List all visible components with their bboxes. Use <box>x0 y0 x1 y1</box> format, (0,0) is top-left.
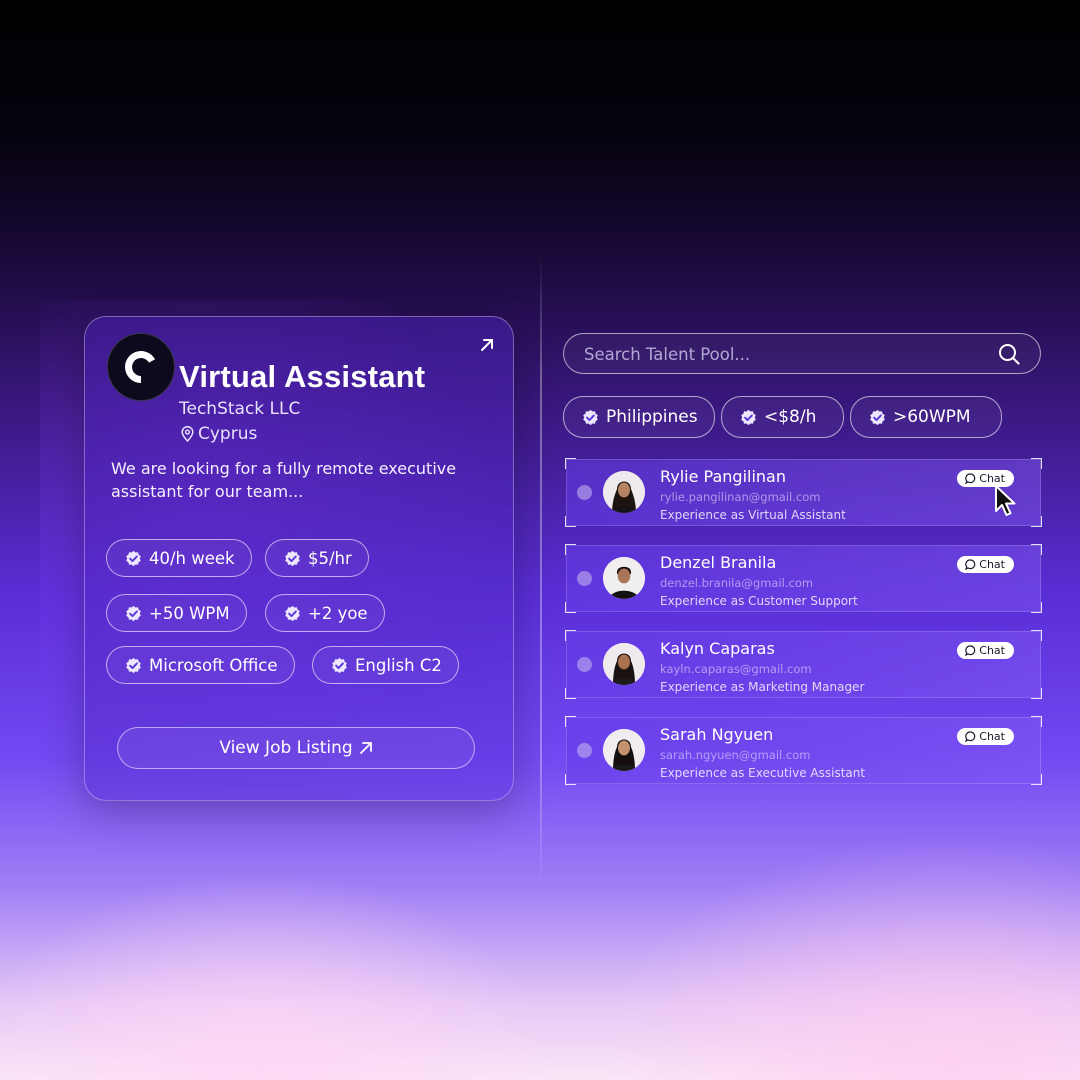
avatar <box>603 471 645 513</box>
arrow-up-right-icon[interactable] <box>479 337 495 353</box>
verified-badge-icon <box>332 657 347 673</box>
verified-badge-icon <box>583 409 598 425</box>
job-tag: Microsoft Office <box>106 646 295 684</box>
search-icon[interactable] <box>998 343 1020 365</box>
candidate-select-radio[interactable] <box>577 485 592 500</box>
job-tag: $5/hr <box>265 539 369 577</box>
candidate-select-radio[interactable] <box>577 743 592 758</box>
selection-corner <box>565 516 576 527</box>
company-logo <box>107 333 175 401</box>
candidate-email: rylie.pangilinan@gmail.com <box>660 490 821 504</box>
verified-badge-icon <box>741 409 756 425</box>
arrow-up-right-icon <box>359 742 372 754</box>
chat-button[interactable]: Chat <box>957 642 1014 659</box>
chat-bubble-icon <box>965 559 976 570</box>
chat-bubble-icon <box>965 473 976 484</box>
candidate-name: Kalyn Caparas <box>660 639 775 658</box>
candidate-row[interactable]: Sarah Ngyuen sarah.ngyuen@gmail.com Expe… <box>565 716 1042 785</box>
job-card: Virtual Assistant TechStack LLC Cyprus W… <box>84 316 514 801</box>
chat-button[interactable]: Chat <box>957 556 1014 573</box>
job-tag: 40/h week <box>106 539 252 577</box>
selection-corner <box>1031 716 1042 727</box>
candidate-select-radio[interactable] <box>577 657 592 672</box>
mouse-pointer-icon <box>995 485 1016 516</box>
panel-divider <box>540 255 542 890</box>
selection-corner <box>565 544 576 555</box>
verified-badge-icon <box>285 605 300 621</box>
candidate-name: Denzel Branila <box>660 553 777 572</box>
selection-corner <box>1031 544 1042 555</box>
job-tag: +2 yoe <box>265 594 385 632</box>
search-input[interactable] <box>582 334 986 374</box>
candidate-experience: Experience as Executive Assistant <box>660 766 866 780</box>
avatar <box>603 729 645 771</box>
selection-corner <box>1031 458 1042 469</box>
filter-chip-rate[interactable]: <$8/h <box>721 396 844 438</box>
candidate-select-radio[interactable] <box>577 571 592 586</box>
job-tag: English C2 <box>312 646 459 684</box>
verified-badge-icon <box>126 605 141 621</box>
verified-badge-icon <box>285 550 300 566</box>
selection-corner <box>565 458 576 469</box>
filter-chip-wpm[interactable]: >60WPM <box>850 396 1002 438</box>
candidate-email: kayln.caparas@gmail.com <box>660 662 812 676</box>
c-logo-icon <box>125 351 156 383</box>
location-label: Cyprus <box>198 424 258 444</box>
selection-corner <box>565 688 576 699</box>
candidate-row[interactable]: Kalyn Caparas kayln.caparas@gmail.com Ex… <box>565 630 1042 699</box>
avatar <box>603 643 645 685</box>
selection-corner <box>1031 602 1042 613</box>
candidate-experience: Experience as Customer Support <box>660 594 858 608</box>
candidate-row[interactable]: Rylie Pangilinan rylie.pangilinan@gmail.… <box>565 458 1042 527</box>
company-name: TechStack LLC <box>179 399 301 419</box>
view-job-listing-button[interactable]: View Job Listing <box>117 727 475 769</box>
candidate-email: sarah.ngyuen@gmail.com <box>660 748 811 762</box>
candidate-row[interactable]: Denzel Branila denzel.branila@gmail.com … <box>565 544 1042 613</box>
candidate-name: Rylie Pangilinan <box>660 467 786 486</box>
map-pin-icon <box>181 426 194 442</box>
verified-badge-icon <box>126 657 141 673</box>
verified-badge-icon <box>870 409 885 425</box>
selection-corner <box>1031 516 1042 527</box>
job-description: We are looking for a fully remote execut… <box>111 459 457 501</box>
view-job-listing-label: View Job Listing <box>219 738 353 758</box>
chat-bubble-icon <box>965 731 976 742</box>
verified-badge-icon <box>126 550 141 566</box>
job-title: Virtual Assistant <box>179 359 426 394</box>
job-tag: +50 WPM <box>106 594 247 632</box>
selection-corner <box>565 602 576 613</box>
selection-corner <box>565 716 576 727</box>
candidate-experience: Experience as Marketing Manager <box>660 680 865 694</box>
filter-chip-philippines[interactable]: Philippines <box>563 396 715 438</box>
candidate-name: Sarah Ngyuen <box>660 725 774 744</box>
selection-corner <box>1031 774 1042 785</box>
selection-corner <box>565 774 576 785</box>
chat-bubble-icon <box>965 645 976 656</box>
candidate-experience: Experience as Virtual Assistant <box>660 508 846 522</box>
talent-search-bar <box>563 333 1041 374</box>
selection-corner <box>565 630 576 641</box>
selection-corner <box>1031 630 1042 641</box>
avatar <box>603 557 645 599</box>
chat-button[interactable]: Chat <box>957 728 1014 745</box>
job-location: Cyprus <box>181 424 257 444</box>
selection-corner <box>1031 688 1042 699</box>
candidate-email: denzel.branila@gmail.com <box>660 576 814 590</box>
